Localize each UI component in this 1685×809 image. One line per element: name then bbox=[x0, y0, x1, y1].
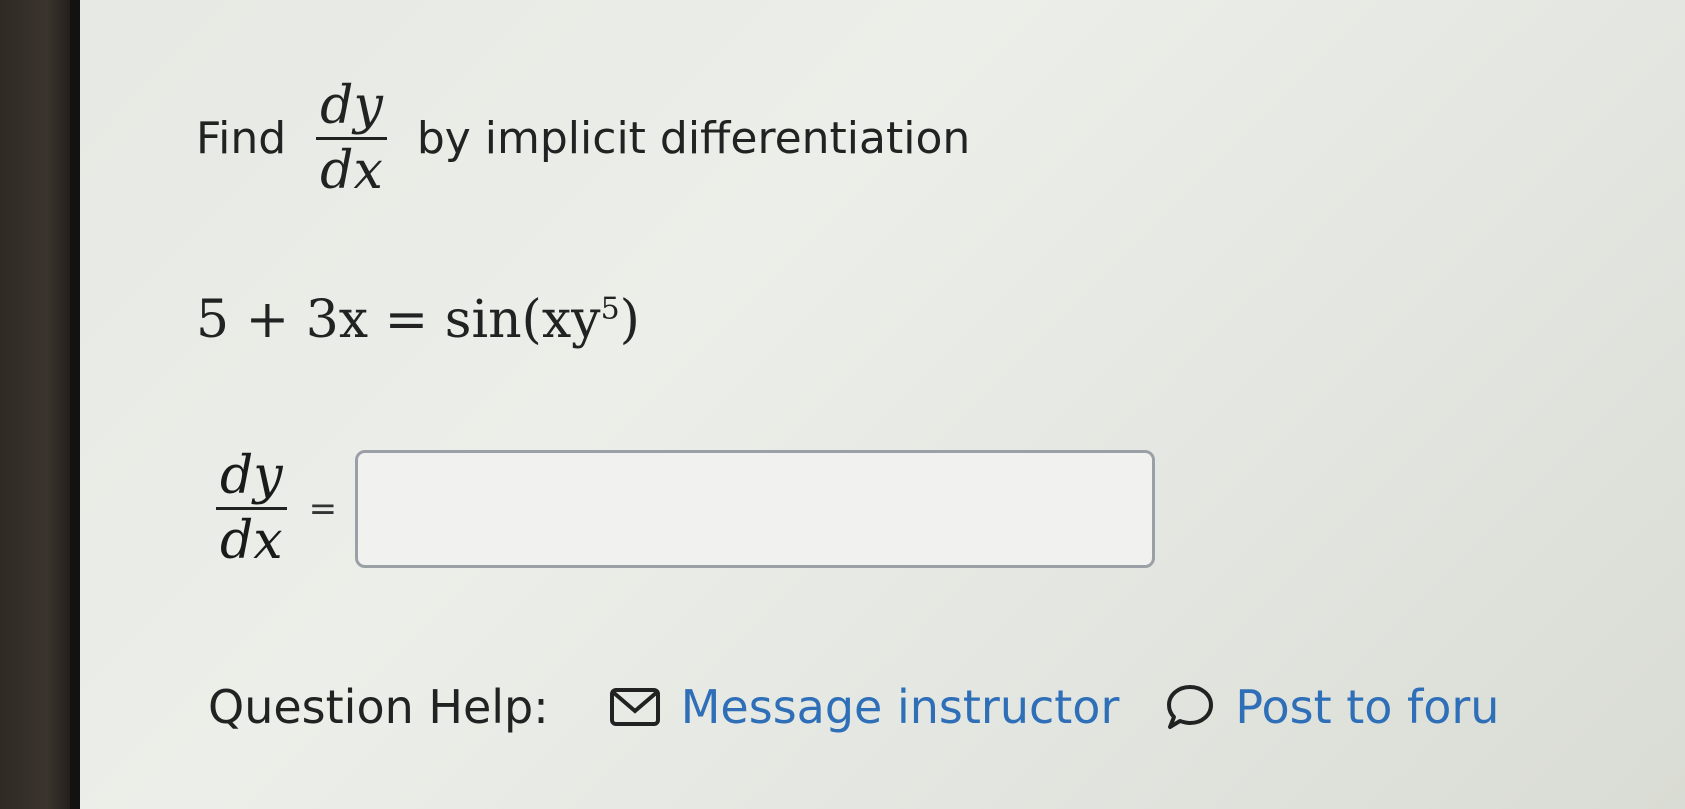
monitor-bezel-edge bbox=[70, 0, 80, 809]
equation-left: 5 + 3x = sin(xy bbox=[196, 290, 601, 350]
question-prompt: Find dy dx by implicit differentiation bbox=[196, 58, 970, 218]
equation-right: ) bbox=[619, 290, 640, 350]
answer-fraction: dy dx bbox=[216, 445, 287, 572]
derivative-fraction: dy dx bbox=[316, 75, 387, 202]
instruction-text: by implicit differentiation bbox=[416, 112, 971, 164]
monitor-bezel bbox=[0, 0, 78, 809]
equation: 5 + 3x = sin(xy5) bbox=[196, 290, 640, 350]
post-to-forum-link[interactable]: Post to foru bbox=[1165, 680, 1499, 734]
message-instructor-label: Message instructor bbox=[680, 680, 1120, 734]
answer-numerator: dy bbox=[220, 446, 283, 506]
question-help: Question Help: Message instructor Post t… bbox=[208, 680, 1545, 734]
equation-exponent: 5 bbox=[600, 291, 620, 327]
question-content: Find dy dx by implicit differentiation 5… bbox=[196, 0, 1676, 809]
fraction-numerator: dy bbox=[320, 75, 383, 136]
fraction-denominator: dx bbox=[320, 140, 383, 201]
find-label: Find bbox=[196, 112, 287, 164]
message-instructor-link[interactable]: Message instructor bbox=[609, 680, 1120, 734]
question-help-label: Question Help: bbox=[208, 680, 549, 734]
envelope-icon bbox=[609, 688, 660, 726]
answer-input[interactable] bbox=[355, 449, 1156, 568]
answer-denominator: dx bbox=[220, 511, 283, 571]
speech-bubble-icon bbox=[1167, 685, 1214, 729]
answer-row: dy dx = bbox=[216, 445, 1156, 572]
equals-sign: = bbox=[308, 488, 338, 529]
post-to-forum-label: Post to foru bbox=[1235, 680, 1500, 734]
